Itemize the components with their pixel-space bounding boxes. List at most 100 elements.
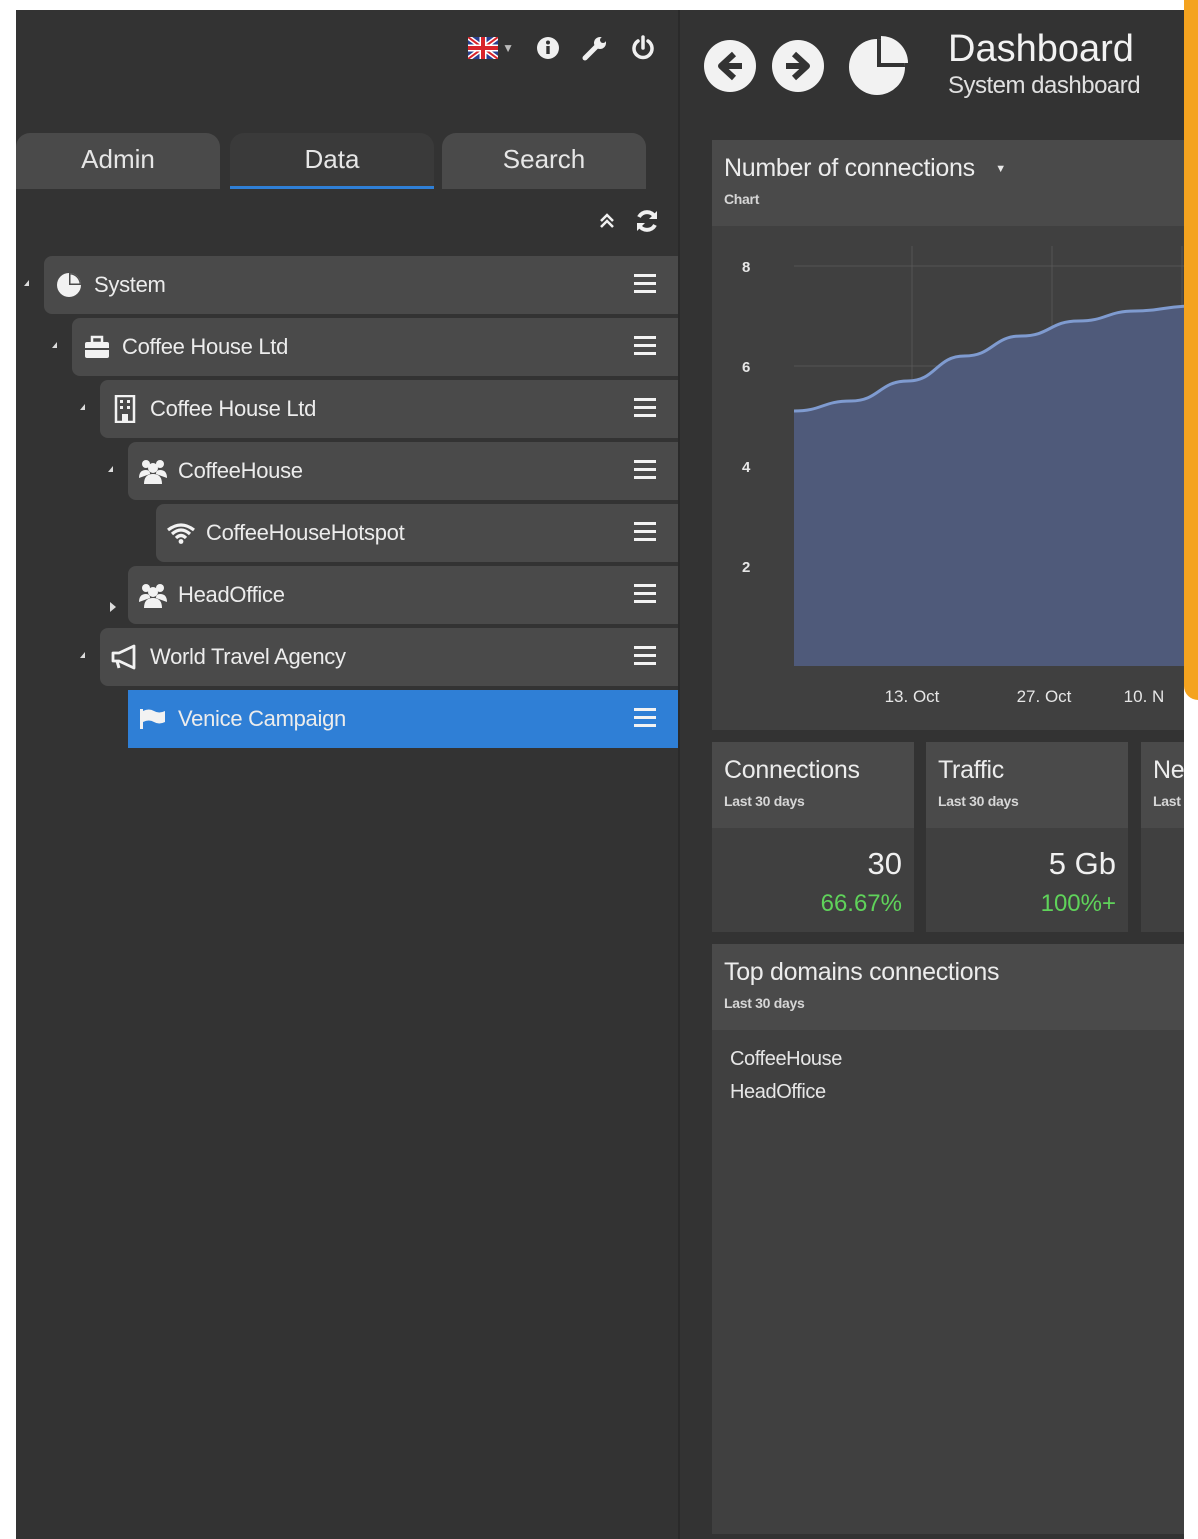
x-tick-label: 10. N bbox=[1124, 687, 1165, 706]
area-fill bbox=[794, 306, 1184, 666]
expand-arrow-icon[interactable] bbox=[110, 602, 116, 612]
tree-node-label: CoffeeHouseHotspot bbox=[206, 520, 405, 545]
stat-title: Traffic bbox=[938, 756, 1004, 784]
stat-header: Connections Last 30 days bbox=[712, 742, 914, 828]
tree-node-venice-campaign[interactable]: Venice Campaign bbox=[128, 690, 678, 748]
sidebar-tabs: Admin Data Search bbox=[16, 133, 676, 189]
hamburger-menu-icon[interactable] bbox=[634, 646, 656, 670]
tree-node-coffee-house-ltd-site[interactable]: Coffee House Ltd bbox=[100, 380, 678, 438]
users-icon bbox=[138, 582, 168, 608]
info-icon[interactable] bbox=[536, 36, 560, 60]
top-toolbar: ▼ bbox=[468, 30, 678, 66]
power-icon[interactable] bbox=[630, 35, 656, 61]
hamburger-menu-icon[interactable] bbox=[634, 274, 656, 298]
arrow-left-icon bbox=[718, 51, 742, 81]
chart-panel-header: Number of connections ▼ Chart bbox=[712, 140, 1184, 226]
flag-icon bbox=[138, 708, 168, 730]
arrow-right-icon bbox=[786, 51, 810, 81]
tree-node-system[interactable]: System bbox=[44, 256, 678, 314]
users-icon bbox=[138, 458, 168, 484]
tree-node-headoffice[interactable]: HeadOffice bbox=[128, 566, 678, 624]
x-tick-label: 27. Oct bbox=[1017, 687, 1072, 706]
expand-arrow-icon[interactable] bbox=[108, 466, 113, 472]
briefcase-icon bbox=[82, 335, 112, 359]
y-tick-label: 4 bbox=[742, 459, 751, 476]
stat-value: 5 Gb bbox=[1048, 846, 1116, 881]
list-item: CoffeeHouse bbox=[730, 1048, 842, 1070]
hamburger-menu-icon[interactable] bbox=[634, 522, 656, 546]
top-domains-subtitle: Last 30 days bbox=[724, 995, 805, 1011]
app-window: ▼ Admin Data Search System Coffee House … bbox=[16, 10, 1184, 1539]
top-domains-panel: Top domains connections Last 30 days Cof… bbox=[712, 944, 1184, 1534]
stat-tile-connections: Connections Last 30 days 30 66.67% bbox=[712, 742, 914, 932]
page-title: Dashboard bbox=[948, 28, 1134, 70]
stat-header: Traffic Last 30 days bbox=[926, 742, 1128, 828]
tree-node-label: System bbox=[94, 272, 166, 297]
uk-flag-icon bbox=[468, 37, 499, 59]
pie-chart-icon bbox=[849, 36, 908, 95]
tab-search[interactable]: Search bbox=[442, 133, 646, 189]
chevron-down-icon[interactable]: ▼ bbox=[995, 163, 1006, 175]
tree-node-coffeehousehotspot[interactable]: CoffeeHouseHotspot bbox=[156, 504, 678, 562]
stat-tile-partial: Ne Last bbox=[1141, 742, 1184, 932]
expand-arrow-icon[interactable] bbox=[52, 342, 57, 348]
megaphone-icon bbox=[110, 644, 140, 670]
stat-subtitle: Last 30 days bbox=[724, 793, 805, 809]
stat-subtitle: Last 30 days bbox=[938, 793, 1019, 809]
stat-value: 30 bbox=[867, 846, 902, 881]
language-selector[interactable]: ▼ bbox=[468, 37, 514, 59]
tree-node-label: Coffee House Ltd bbox=[150, 396, 317, 421]
top-domains-title: Top domains connections bbox=[724, 958, 1000, 986]
tree-node-label: CoffeeHouse bbox=[178, 458, 303, 483]
chart-panel: Number of connections ▼ Chart 8 6 4 2 13. Oc… bbox=[712, 140, 1184, 730]
chart-title: Number of connections bbox=[724, 154, 975, 182]
tree-node-coffee-house-ltd-company[interactable]: Coffee House Ltd bbox=[72, 318, 678, 376]
highlight-bar bbox=[1184, 0, 1198, 700]
main-area: Dashboard System dashboard Number of con… bbox=[680, 10, 1184, 1539]
tree-node-coffeehouse[interactable]: CoffeeHouse bbox=[128, 442, 678, 500]
building-icon bbox=[110, 395, 140, 423]
chart-subtitle: Chart bbox=[724, 191, 760, 207]
y-tick-label: 8 bbox=[742, 259, 750, 276]
expand-arrow-icon[interactable] bbox=[24, 280, 29, 286]
top-domains-header: Top domains connections Last 30 days bbox=[712, 944, 1184, 1030]
stat-tile-traffic: Traffic Last 30 days 5 Gb 100%+ bbox=[926, 742, 1128, 932]
back-button[interactable] bbox=[704, 40, 756, 92]
forward-button[interactable] bbox=[772, 40, 824, 92]
connections-chart: 8 6 4 2 13. Oct 27. Oct 10. N bbox=[742, 246, 1184, 706]
expand-arrow-icon[interactable] bbox=[80, 652, 85, 658]
stat-change: 66.67% bbox=[820, 890, 902, 917]
tree-node-world-travel-agency[interactable]: World Travel Agency bbox=[100, 628, 678, 686]
x-tick-label: 13. Oct bbox=[885, 687, 940, 706]
tree-node-label: World Travel Agency bbox=[150, 644, 346, 669]
stat-title: Connections bbox=[724, 756, 860, 784]
collapse-all-icon[interactable] bbox=[598, 212, 616, 235]
stat-header: Ne Last bbox=[1141, 742, 1184, 828]
pie-chart-icon bbox=[54, 272, 84, 298]
refresh-icon[interactable] bbox=[634, 208, 660, 239]
stat-subtitle: Last bbox=[1153, 793, 1181, 809]
stat-title: Ne bbox=[1153, 756, 1184, 784]
wrench-icon[interactable] bbox=[582, 35, 608, 61]
page-subtitle: System dashboard bbox=[948, 72, 1141, 99]
tab-admin[interactable]: Admin bbox=[16, 133, 220, 189]
tree-node-label: HeadOffice bbox=[178, 582, 285, 607]
tree-toolbar bbox=[598, 208, 678, 239]
hamburger-menu-icon[interactable] bbox=[634, 460, 656, 484]
tree-node-label: Coffee House Ltd bbox=[122, 334, 289, 359]
stat-change: 100%+ bbox=[1040, 890, 1116, 917]
hamburger-menu-icon[interactable] bbox=[634, 398, 656, 422]
y-tick-label: 6 bbox=[742, 359, 750, 376]
tree-node-label: Venice Campaign bbox=[178, 706, 346, 731]
hamburger-menu-icon[interactable] bbox=[634, 708, 656, 732]
top-domains-list: CoffeeHouse HeadOffice bbox=[712, 1030, 1184, 1104]
chevron-down-icon: ▼ bbox=[502, 41, 514, 55]
hamburger-menu-icon[interactable] bbox=[634, 584, 656, 608]
hamburger-menu-icon[interactable] bbox=[634, 336, 656, 360]
expand-arrow-icon[interactable] bbox=[80, 404, 85, 410]
wifi-icon bbox=[166, 522, 196, 544]
sidebar: ▼ Admin Data Search System Coffee House … bbox=[16, 10, 680, 1539]
y-tick-label: 2 bbox=[742, 559, 750, 576]
tab-data[interactable]: Data bbox=[230, 133, 434, 189]
list-item: HeadOffice bbox=[730, 1081, 826, 1103]
